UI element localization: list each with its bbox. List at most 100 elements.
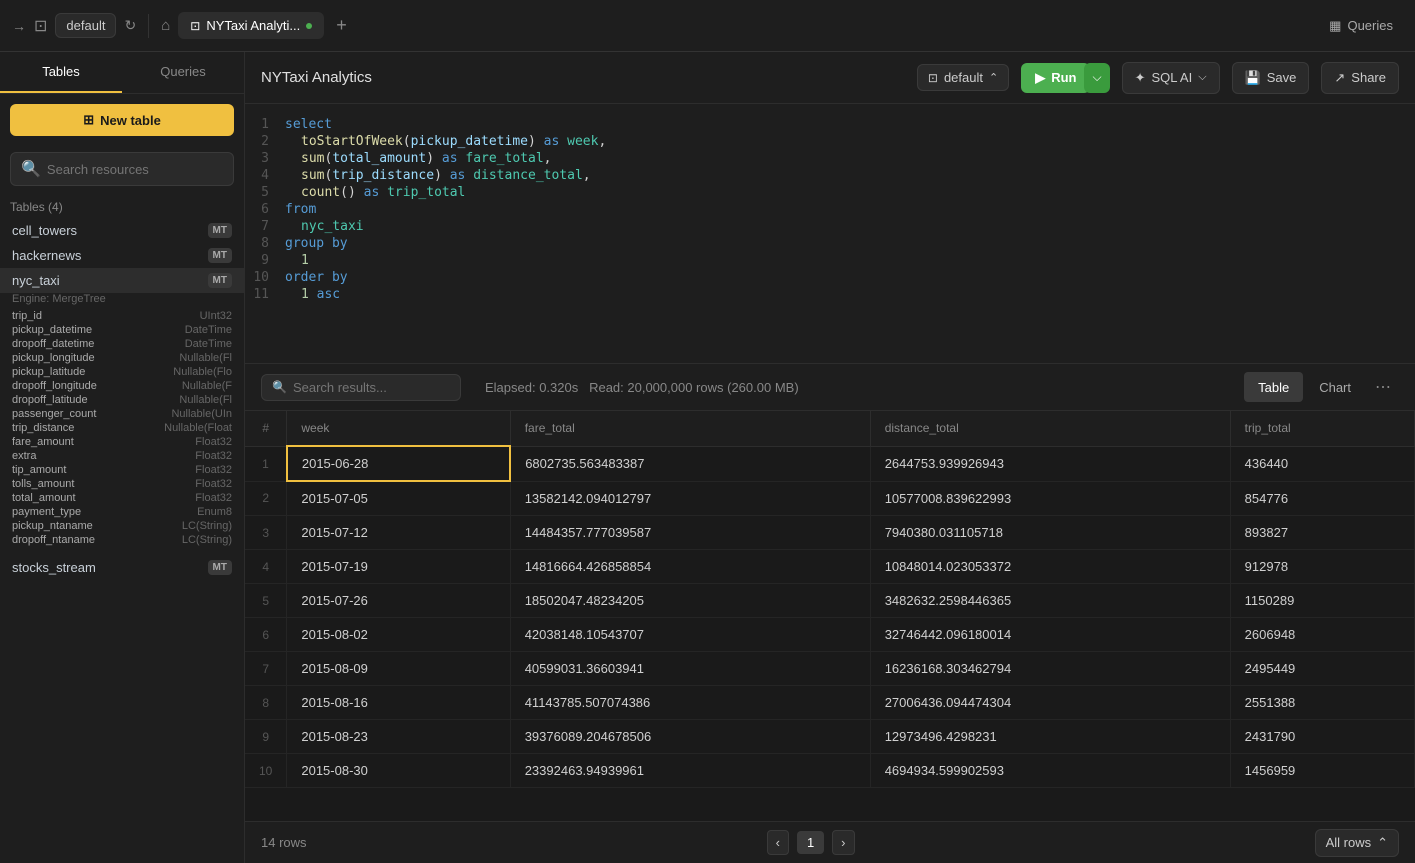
add-tab-button[interactable]: +: [328, 11, 355, 40]
table-row[interactable]: 5 2015-07-26 18502047.48234205 3482632.2…: [245, 584, 1415, 618]
cell-fare-6[interactable]: 42038148.10543707: [510, 618, 870, 652]
save-button[interactable]: 💾 Save: [1232, 62, 1310, 94]
search-results-input[interactable]: [293, 380, 469, 395]
cell-trip-4[interactable]: 912978: [1230, 550, 1414, 584]
table-row[interactable]: 2 2015-07-05 13582142.094012797 10577008…: [245, 481, 1415, 516]
field-pickup_latitude: pickup_latitudeNullable(Flo: [12, 365, 232, 379]
content-area: NYTaxi Analytics ⊡ default ⌃ ▶ Run ⌵ ✦ S…: [245, 52, 1415, 863]
cell-trip-8[interactable]: 2551388: [1230, 686, 1414, 720]
field-total_amount: total_amountFloat32: [12, 491, 232, 505]
cell-dist-9[interactable]: 12973496.4298231: [870, 720, 1230, 754]
cell-dist-10[interactable]: 4694934.599902593: [870, 754, 1230, 788]
cell-dist-8[interactable]: 27006436.094474304: [870, 686, 1230, 720]
cell-fare-3[interactable]: 14484357.777039587: [510, 516, 870, 550]
cell-fare-10[interactable]: 23392463.94939961: [510, 754, 870, 788]
prev-page-button[interactable]: ‹: [767, 830, 789, 855]
cell-fare-5[interactable]: 18502047.48234205: [510, 584, 870, 618]
cell-fare-9[interactable]: 39376089.204678506: [510, 720, 870, 754]
field-dropoff_longitude: dropoff_longitudeNullable(F: [12, 379, 232, 393]
table-row[interactable]: 7 2015-08-09 40599031.36603941 16236168.…: [245, 652, 1415, 686]
cell-week-7[interactable]: 2015-08-09: [287, 652, 510, 686]
active-tab[interactable]: ⊡ NYTaxi Analyti...: [178, 12, 324, 39]
refresh-icon[interactable]: ↻: [124, 17, 136, 34]
sidebar-item-nyc_taxi[interactable]: nyc_taxi MT: [0, 268, 244, 293]
cell-dist-3[interactable]: 7940380.031105718: [870, 516, 1230, 550]
run-button[interactable]: ▶ Run: [1021, 63, 1090, 93]
queries-button[interactable]: ▦ Queries: [1319, 12, 1403, 40]
col-header-week[interactable]: week: [287, 411, 510, 446]
row-num-2: 2: [245, 481, 287, 516]
table-row[interactable]: 6 2015-08-02 42038148.10543707 32746442.…: [245, 618, 1415, 652]
document-icon[interactable]: ⊡: [34, 16, 47, 36]
cell-trip-2[interactable]: 854776: [1230, 481, 1414, 516]
cell-trip-9[interactable]: 2431790: [1230, 720, 1414, 754]
cell-dist-7[interactable]: 16236168.303462794: [870, 652, 1230, 686]
sql-ai-button[interactable]: ✦ SQL AI ⌵: [1122, 62, 1220, 94]
col-header-distance_total[interactable]: distance_total: [870, 411, 1230, 446]
home-icon[interactable]: ⌂: [161, 17, 170, 34]
new-table-icon: ⊞: [83, 112, 94, 128]
back-icon[interactable]: →: [12, 18, 26, 34]
cell-trip-7[interactable]: 2495449: [1230, 652, 1414, 686]
table-row[interactable]: 8 2015-08-16 41143785.507074386 27006436…: [245, 686, 1415, 720]
row-num-6: 6: [245, 618, 287, 652]
table-row[interactable]: 3 2015-07-12 14484357.777039587 7940380.…: [245, 516, 1415, 550]
col-header-trip_total[interactable]: trip_total: [1230, 411, 1414, 446]
cell-fare-8[interactable]: 41143785.507074386: [510, 686, 870, 720]
view-table-button[interactable]: Table: [1244, 372, 1303, 402]
sidebar-item-cell_towers[interactable]: cell_towers MT: [0, 218, 244, 243]
cell-dist-6[interactable]: 32746442.096180014: [870, 618, 1230, 652]
sidebar-item-hackernews[interactable]: hackernews MT: [0, 243, 244, 268]
elapsed-label: Elapsed: 0.320s Read: 20,000,000 rows (2…: [485, 380, 799, 395]
cell-fare-4[interactable]: 14816664.426858854: [510, 550, 870, 584]
tab-label: NYTaxi Analyti...: [206, 18, 300, 33]
col-header-fare_total[interactable]: fare_total: [510, 411, 870, 446]
run-dropdown-button[interactable]: ⌵: [1084, 63, 1109, 93]
tab-tables[interactable]: Tables: [0, 52, 122, 93]
search-input[interactable]: [47, 162, 223, 177]
cell-fare-1[interactable]: 6802735.563483387: [510, 446, 870, 481]
table-row[interactable]: 9 2015-08-23 39376089.204678506 12973496…: [245, 720, 1415, 754]
more-options-button[interactable]: ⋯: [1367, 372, 1399, 402]
search-results-box: 🔍: [261, 374, 461, 401]
search-box: 🔍: [10, 152, 234, 186]
results-table-wrap: # week fare_total distance_total trip_to…: [245, 411, 1415, 821]
cell-week-6[interactable]: 2015-08-02: [287, 618, 510, 652]
table-row[interactable]: 4 2015-07-19 14816664.426858854 10848014…: [245, 550, 1415, 584]
cell-dist-4[interactable]: 10848014.023053372: [870, 550, 1230, 584]
cell-week-4[interactable]: 2015-07-19: [287, 550, 510, 584]
cell-fare-2[interactable]: 13582142.094012797: [510, 481, 870, 516]
new-table-button[interactable]: ⊞ New table: [10, 104, 234, 136]
share-button[interactable]: ↗ Share: [1321, 62, 1399, 94]
cell-week-5[interactable]: 2015-07-26: [287, 584, 510, 618]
top-bar-right: ▦ Queries: [1319, 12, 1403, 40]
db-selector[interactable]: ⊡ default ⌃: [917, 64, 1009, 91]
cell-week-10[interactable]: 2015-08-30: [287, 754, 510, 788]
table-row[interactable]: 10 2015-08-30 23392463.94939961 4694934.…: [245, 754, 1415, 788]
cell-trip-5[interactable]: 1150289: [1230, 584, 1414, 618]
db-label[interactable]: default: [55, 13, 116, 38]
cell-trip-6[interactable]: 2606948: [1230, 618, 1414, 652]
cell-week-3[interactable]: 2015-07-12: [287, 516, 510, 550]
cell-dist-5[interactable]: 3482632.2598446365: [870, 584, 1230, 618]
next-page-button[interactable]: ›: [832, 830, 854, 855]
cell-week-1[interactable]: 2015-06-28: [287, 446, 510, 481]
cell-trip-10[interactable]: 1456959: [1230, 754, 1414, 788]
view-chart-button[interactable]: Chart: [1305, 372, 1365, 402]
cell-week-8[interactable]: 2015-08-16: [287, 686, 510, 720]
cell-dist-2[interactable]: 10577008.839622993: [870, 481, 1230, 516]
table-row[interactable]: 1 2015-06-28 6802735.563483387 2644753.9…: [245, 446, 1415, 481]
rows-selector[interactable]: All rows ⌃: [1315, 829, 1399, 857]
sidebar-item-stocks_stream[interactable]: stocks_stream MT: [0, 555, 244, 580]
cell-trip-3[interactable]: 893827: [1230, 516, 1414, 550]
cell-dist-1[interactable]: 2644753.939926943: [870, 446, 1230, 481]
cell-week-9[interactable]: 2015-08-23: [287, 720, 510, 754]
tab-queries[interactable]: Queries: [122, 52, 244, 93]
cell-trip-1[interactable]: 436440: [1230, 446, 1414, 481]
col-header-num: #: [245, 411, 287, 446]
sql-editor[interactable]: 1 select 2 toStartOfWeek(pickup_datetime…: [245, 104, 1415, 364]
code-line-2: 2 toStartOfWeek(pickup_datetime) as week…: [245, 133, 1415, 150]
field-extra: extraFloat32: [12, 449, 232, 463]
cell-fare-7[interactable]: 40599031.36603941: [510, 652, 870, 686]
cell-week-2[interactable]: 2015-07-05: [287, 481, 510, 516]
